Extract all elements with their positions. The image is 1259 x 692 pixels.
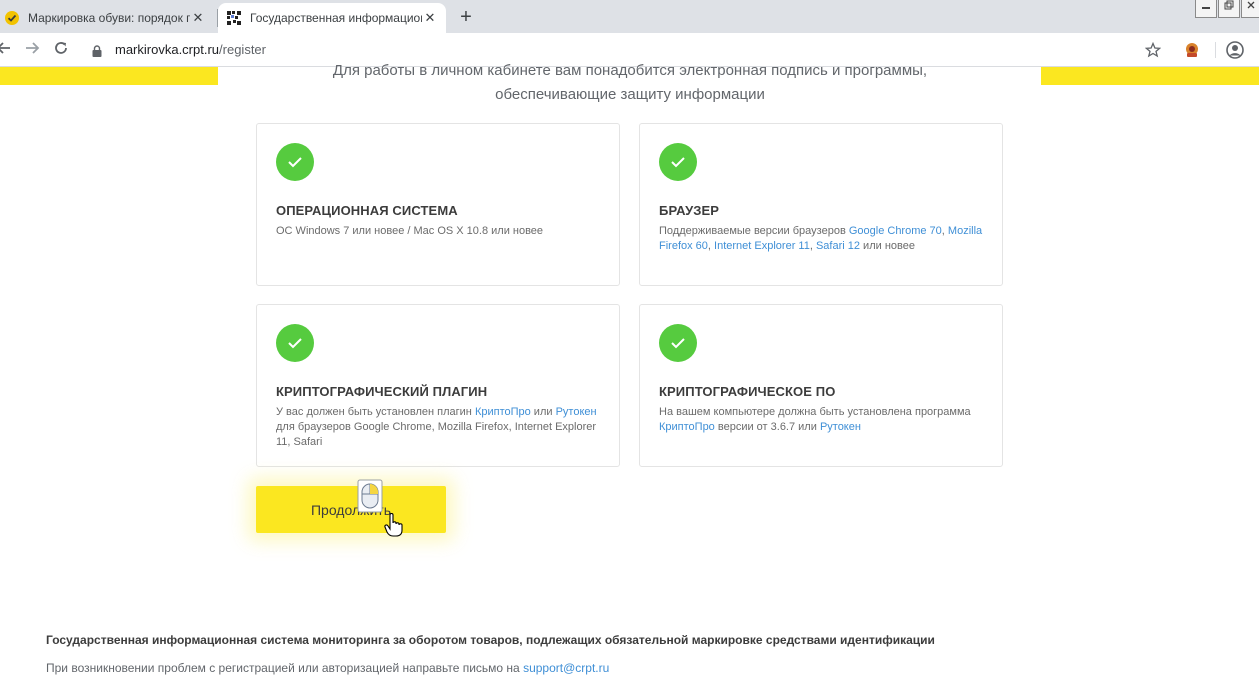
card-description: У вас должен быть установлен плагин Крип… (276, 405, 606, 450)
reload-icon[interactable] (51, 40, 71, 60)
desc-text: или (530, 406, 556, 418)
desc-text: На вашем компьютере должна быть установл… (659, 406, 971, 418)
intro-text: Для работы в личном кабинете вам понадоб… (260, 59, 1000, 107)
footer-help-text: При возникновении проблем с регистрацией… (46, 661, 524, 675)
desc-text: версии от 3.6.7 или (714, 421, 820, 433)
link-kriptopro[interactable]: КриптоПро (475, 406, 531, 418)
desc-text: У вас должен быть установлен плагин (276, 406, 475, 418)
url-host: markirovka.crpt.ru (115, 42, 220, 57)
desc-text: или новее (860, 240, 915, 252)
page: Маркировка обуви: порядок пр ✕ Государст… (0, 0, 1259, 692)
card-title: БРАУЗЕР (659, 203, 720, 218)
check-icon (659, 324, 697, 362)
card-operating-system: ОПЕРАЦИОННАЯ СИСТЕМА ОС Windows 7 или но… (256, 123, 620, 286)
close-window-button[interactable] (1241, 0, 1259, 18)
minimize-button[interactable] (1195, 0, 1217, 18)
hand-cursor-icon (384, 512, 404, 537)
card-crypto-software: КРИПТОГРАФИЧЕСКОЕ ПО На вашем компьютере… (639, 304, 1003, 467)
check-icon (276, 324, 314, 362)
tab-gis[interactable]: Государственная информацион ✕ (218, 3, 446, 33)
card-description: Поддерживаемые версии браузеров Google C… (659, 224, 989, 254)
footer-title: Государственная информационная система м… (46, 633, 935, 647)
card-title: ОПЕРАЦИОННАЯ СИСТЕМА (276, 203, 458, 218)
support-email-link[interactable]: support@crpt.ru (523, 661, 609, 675)
toolbar-divider (1215, 42, 1216, 58)
tab-title: Маркировка обуви: порядок пр (28, 11, 190, 25)
forward-arrow-icon[interactable] (22, 40, 42, 60)
card-title: КРИПТОГРАФИЧЕСКИЙ ПЛАГИН (276, 384, 488, 399)
link-google-chrome[interactable]: Google Chrome 70 (849, 225, 942, 237)
intro-line: обеспечивающие защиту информации (495, 86, 765, 103)
bookmark-star-icon[interactable] (1144, 41, 1162, 59)
desc-text: Поддерживаемые версии браузеров (659, 225, 849, 237)
restore-button[interactable] (1218, 0, 1240, 18)
link-safari[interactable]: Safari 12 (816, 240, 860, 252)
tab-close-icon[interactable]: ✕ (422, 10, 438, 26)
check-icon (659, 143, 697, 181)
lock-icon[interactable] (92, 44, 102, 57)
new-tab-button[interactable]: + (455, 7, 477, 29)
link-internet-explorer[interactable]: Internet Explorer 11 (714, 240, 810, 252)
check-icon (276, 143, 314, 181)
tab-close-icon[interactable]: ✕ (190, 10, 206, 26)
tab-strip: Маркировка обуви: порядок пр ✕ Государст… (0, 0, 1259, 33)
tab-title: Государственная информацион (250, 11, 422, 25)
tab-markirovka-obuvi[interactable]: Маркировка обуви: порядок пр ✕ (0, 3, 214, 33)
yellow-check-icon (4, 10, 20, 26)
url-path: /register (219, 42, 266, 57)
continue-button[interactable]: Продолжить (256, 486, 446, 533)
desc-text: для браузеров Google Chrome, Mozilla Fir… (276, 421, 597, 448)
back-arrow-icon[interactable] (0, 40, 14, 60)
footer-help: При возникновении проблем с регистрацией… (46, 661, 609, 675)
header-yellow-band (1041, 67, 1259, 85)
mouse-drag-icon (357, 479, 383, 513)
link-rutoken[interactable]: Рутокен (556, 406, 597, 418)
extension-icon[interactable] (1183, 41, 1201, 59)
card-crypto-plugin: КРИПТОГРАФИЧЕСКИЙ ПЛАГИН У вас должен бы… (256, 304, 620, 467)
link-rutoken[interactable]: Рутокен (820, 421, 861, 433)
profile-icon[interactable] (1226, 41, 1244, 59)
crpt-logo-icon (226, 10, 242, 26)
card-title: КРИПТОГРАФИЧЕСКОЕ ПО (659, 384, 836, 399)
page-content: Для работы в личном кабинете вам понадоб… (0, 62, 1259, 692)
card-description: На вашем компьютере должна быть установл… (659, 405, 989, 435)
header-yellow-band (0, 67, 218, 85)
card-description: ОС Windows 7 или новее / Mac OS X 10.8 и… (276, 225, 544, 237)
address-bar[interactable]: markirovka.crpt.ru/register (115, 42, 266, 57)
intro-line: Для работы в личном кабинете вам понадоб… (332, 62, 928, 79)
card-browser: БРАУЗЕР Поддерживаемые версии браузеров … (639, 123, 1003, 286)
link-kriptopro[interactable]: КриптоПро (659, 421, 715, 433)
